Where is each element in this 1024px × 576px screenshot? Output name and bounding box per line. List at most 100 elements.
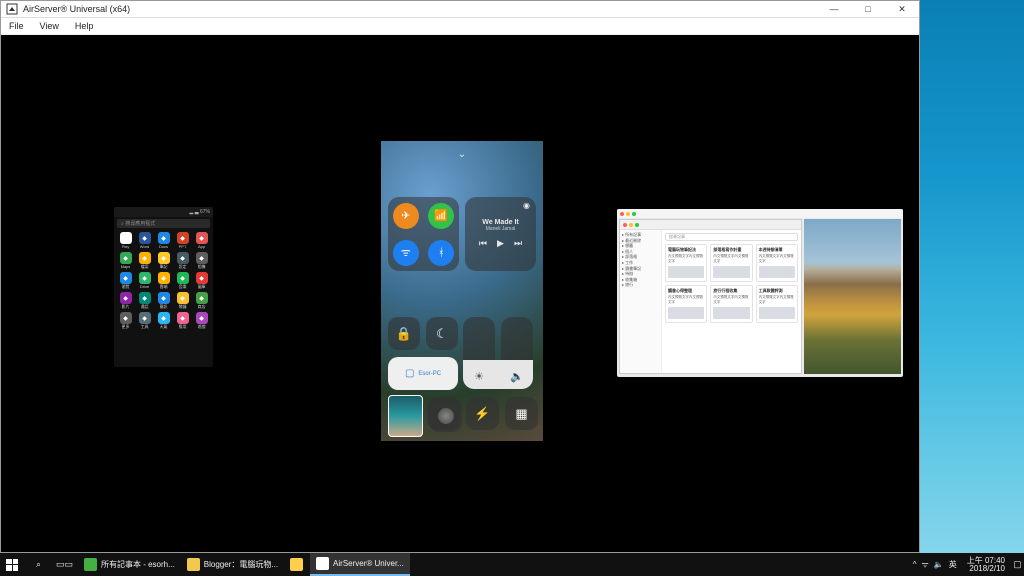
traffic-light-close[interactable] (620, 212, 624, 216)
android-app-icon[interactable]: ◆筆記 (155, 252, 172, 270)
android-app-icon[interactable]: ◆Maps (117, 252, 134, 270)
mac-note-card[interactable]: 讀書心得整理內文預覽文字內文預覽文字 (665, 285, 707, 323)
app-icon: ◆ (120, 312, 132, 324)
android-app-icon[interactable]: ◆音樂 (174, 272, 191, 290)
traffic-light-close[interactable] (623, 223, 627, 227)
screen-mirroring-button[interactable]: ▢ Esor-PC (388, 357, 458, 390)
play-button[interactable]: ▶ (497, 238, 504, 249)
system-tray[interactable]: ^ ᯤ 🔈 英 (913, 559, 961, 570)
taskbar-app-airserver[interactable]: AirServer® Univer... (310, 553, 410, 576)
android-app-icon[interactable]: ◆Drive (136, 272, 153, 290)
app-icon: ◆ (177, 292, 189, 304)
android-app-icon[interactable]: ◆圖庫 (193, 272, 210, 290)
flashlight-button[interactable]: ⚡ (466, 397, 499, 430)
action-center-button[interactable]: ▢ (1011, 553, 1024, 576)
airplane-mode-button[interactable]: ✈ (393, 203, 419, 229)
app-label: Drive (140, 284, 149, 290)
mac-sidebar-item[interactable]: ▸ 旅行 (622, 282, 659, 288)
connectivity-tile[interactable]: ✈ 📶 ᯤ ᚼ (388, 197, 459, 271)
taskbar-app-evernote[interactable]: 所有記事本 - esorh... (78, 553, 181, 576)
app-icon: ◆ (196, 292, 208, 304)
app-label: 瀏覽 (122, 284, 130, 290)
taskbar-clock[interactable]: 上午 07:40 2018/2/10 (961, 557, 1011, 573)
calculator-button[interactable]: ▦ (505, 397, 538, 430)
traffic-light-min[interactable] (629, 223, 633, 227)
traffic-light-max[interactable] (635, 223, 639, 227)
previous-button[interactable]: ⏮ (479, 238, 487, 249)
chrome-icon (187, 558, 200, 571)
traffic-light-max[interactable] (632, 212, 636, 216)
search-button[interactable]: ⌕ (26, 553, 52, 576)
minimize-button[interactable]: — (817, 1, 851, 18)
android-app-icon[interactable]: ◆遊戲 (193, 312, 210, 330)
evernote-icon (84, 558, 97, 571)
taskbar-app-explorer[interactable] (284, 553, 310, 576)
orientation-lock-button[interactable]: 🔒 (388, 317, 420, 350)
menu-file[interactable]: File (1, 21, 32, 31)
taskbar-app-chrome[interactable]: Blogger：電腦玩物... (181, 553, 284, 576)
android-search-placeholder: 搜尋應用程式 (125, 220, 155, 227)
next-button[interactable]: ⏭ (514, 238, 522, 249)
mac-notes-app: ▸ 所有記事▸ 最近刪除▸ 標籤▸ 個人▸ 部落格▸ 工作▸ 讀書筆記▸ 待辦▸… (619, 219, 802, 374)
menu-view[interactable]: View (32, 21, 67, 31)
network-icon[interactable]: ᯤ (921, 559, 928, 570)
mac-note-card[interactable]: 電腦玩物筆記法內文預覽文字內文預覽文字 (665, 244, 707, 282)
maximize-button[interactable]: □ (851, 1, 885, 18)
now-playing-tile[interactable]: ◉ We Made It Maneli Jamal ⏮ ▶ ⏭ (465, 197, 536, 271)
bluetooth-button[interactable]: ᚼ (428, 240, 454, 266)
mac-note-card[interactable]: 工具軟體評測內文預覽文字內文預覽文字 (756, 285, 798, 323)
volume-icon[interactable]: 🔈 (934, 560, 944, 569)
android-app-icon[interactable]: ◆天氣 (155, 312, 172, 330)
android-app-icon[interactable]: ◆影片 (117, 292, 134, 310)
task-view-button[interactable]: ▭▭ (52, 553, 78, 576)
mirror-android[interactable]: ▂ ▃ 67% ⌕ 搜尋應用程式 ◆Play◆Word◆Docs◆PPT◆App… (114, 207, 213, 367)
android-app-icon[interactable]: ◆設定 (174, 252, 191, 270)
mac-note-card[interactable]: 本週待辦清單內文預覽文字內文預覽文字 (756, 244, 798, 282)
menu-help[interactable]: Help (67, 21, 102, 31)
android-app-icon[interactable]: ◆App (193, 232, 210, 250)
android-app-icon[interactable]: ◆瀏覽 (117, 272, 134, 290)
mac-search[interactable]: 搜尋記事 (665, 233, 798, 241)
android-app-icon[interactable]: ◆通話 (136, 292, 153, 310)
start-button[interactable] (0, 553, 26, 576)
android-app-icon[interactable]: ◆工具 (136, 312, 153, 330)
android-app-icon[interactable]: ◆PPT (174, 232, 191, 250)
wifi-button[interactable]: ᯤ (393, 240, 419, 266)
tray-chevron-icon[interactable]: ^ (913, 560, 917, 569)
mirror-mac[interactable]: ▸ 所有記事▸ 最近刪除▸ 標籤▸ 個人▸ 部落格▸ 工作▸ 讀書筆記▸ 待辦▸… (617, 209, 903, 377)
android-app-icon[interactable]: ◆檔案 (136, 252, 153, 270)
android-app-icon[interactable]: ◆相機 (193, 252, 210, 270)
airplay-icon[interactable]: ◉ (523, 201, 530, 210)
titlebar[interactable]: AirServer® Universal (x64) — □ ✕ (1, 1, 919, 18)
cellular-button[interactable]: 📶 (428, 203, 454, 229)
android-app-icon[interactable]: ◆鬧鐘 (174, 292, 191, 310)
mac-note-card[interactable]: 旅行行程收集內文預覽文字內文預覽文字 (710, 285, 752, 323)
mac-note-card[interactable]: 部落格寫作計畫內文預覽文字內文預覽文字 (710, 244, 752, 282)
taskbar-app-label: 所有記事本 - esorh... (101, 559, 175, 570)
brightness-slider[interactable]: ☀ (463, 317, 495, 389)
notification-icon: ▢ (1011, 558, 1024, 571)
assistive-touch-button[interactable] (429, 399, 462, 432)
mirror-target-label: Esor-PC (418, 371, 441, 377)
android-app-icon[interactable]: ◆商店 (193, 292, 210, 310)
ime-language[interactable]: 英 (949, 559, 957, 570)
do-not-disturb-button[interactable]: ☾ (426, 317, 458, 350)
android-search[interactable]: ⌕ 搜尋應用程式 (117, 219, 210, 228)
android-app-icon[interactable]: ◆Play (117, 232, 134, 250)
mac-sidebar[interactable]: ▸ 所有記事▸ 最近刪除▸ 標籤▸ 個人▸ 部落格▸ 工作▸ 讀書筆記▸ 待辦▸… (620, 230, 662, 373)
android-app-icon[interactable]: ◆雲端 (155, 272, 172, 290)
app-label: 遊戲 (198, 324, 206, 330)
chevron-down-icon[interactable]: ⌄ (458, 149, 466, 160)
traffic-light-min[interactable] (626, 212, 630, 216)
android-app-icon[interactable]: ◆Word (136, 232, 153, 250)
app-icon: ◆ (139, 252, 151, 264)
mirror-ios[interactable]: ⌄ ✈ 📶 ᯤ ᚼ ◉ We Made It Maneli Jamal ⏮ (381, 141, 543, 441)
close-button[interactable]: ✕ (885, 1, 919, 18)
android-app-icon[interactable]: ◆應用 (174, 312, 191, 330)
app-label: 雲端 (160, 284, 168, 290)
android-app-icon[interactable]: ◆Docs (155, 232, 172, 250)
android-app-icon[interactable]: ◆簡訊 (155, 292, 172, 310)
android-app-icon[interactable]: ◆更多 (117, 312, 134, 330)
homekit-thumbnail[interactable] (388, 395, 423, 437)
window-title: AirServer® Universal (x64) (23, 4, 817, 14)
